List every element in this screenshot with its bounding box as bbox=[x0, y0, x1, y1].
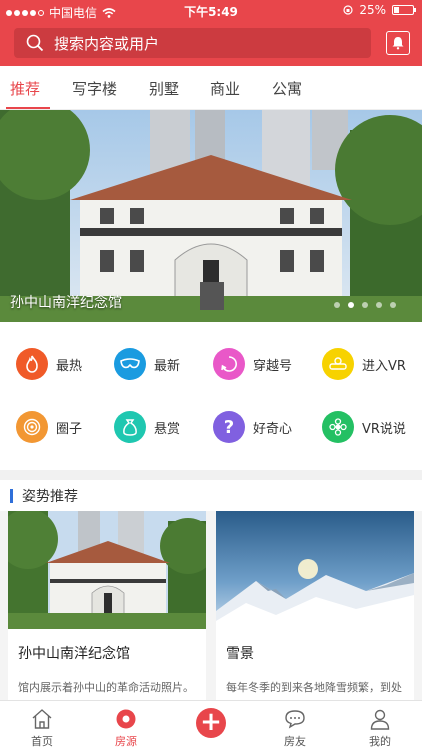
flower-icon bbox=[322, 411, 354, 443]
active-tab-indicator bbox=[6, 107, 50, 109]
status-bar: 中国电信 下午5:49 25% bbox=[0, 0, 422, 22]
quick-link-crossing[interactable]: 穿越号 bbox=[213, 348, 292, 380]
target-icon bbox=[16, 411, 48, 443]
card-image bbox=[8, 511, 206, 629]
plus-icon: + bbox=[196, 708, 226, 738]
recommend-section: 姿势推荐 孙中山南洋纪念馆 馆内展示着孙中山的革命活动照片。 雪景 每年冬季的到… bbox=[0, 480, 422, 700]
tab-apartment[interactable]: 公寓 bbox=[272, 78, 302, 99]
card-image bbox=[216, 511, 414, 629]
quick-link-vr[interactable]: 进入VR bbox=[322, 348, 406, 380]
tab-recommend[interactable]: 推荐 bbox=[10, 78, 40, 99]
quick-link-label: 圈子 bbox=[56, 421, 83, 437]
carousel-dot[interactable] bbox=[390, 302, 396, 308]
banner-carousel[interactable]: 孙中山南洋纪念馆 bbox=[0, 110, 422, 322]
top-bar: 中国电信 下午5:49 25% 搜索内容或用户 bbox=[0, 0, 422, 66]
section-divider bbox=[0, 470, 422, 480]
card-description: 馆内展示着孙中山的革命活动照片。 bbox=[18, 681, 194, 694]
carousel-dot[interactable] bbox=[348, 302, 354, 308]
search-placeholder: 搜索内容或用户 bbox=[54, 34, 160, 53]
bottom-nav: 首页 房源 + 房友 我的 bbox=[0, 700, 422, 750]
quick-link-reward[interactable]: 悬赏 bbox=[114, 411, 180, 443]
nav-post[interactable]: + bbox=[169, 701, 253, 750]
home-icon bbox=[32, 709, 52, 729]
tab-villa[interactable]: 别墅 bbox=[149, 78, 179, 99]
quick-link-label: VR说说 bbox=[362, 421, 406, 437]
banner-image bbox=[0, 110, 422, 322]
nav-label: 房友 bbox=[284, 735, 306, 748]
battery-icon bbox=[392, 5, 416, 15]
swirl-icon bbox=[213, 348, 245, 380]
status-right: 25% bbox=[343, 3, 416, 17]
battery-percent: 25% bbox=[359, 3, 386, 17]
user-icon bbox=[370, 709, 390, 730]
quick-link-label: 最新 bbox=[154, 358, 181, 374]
nav-home[interactable]: 首页 bbox=[0, 701, 84, 750]
carousel-dot[interactable] bbox=[376, 302, 382, 308]
quick-link-hot[interactable]: 最热 bbox=[16, 348, 82, 380]
recommend-card[interactable]: 雪景 每年冬季的到来各地降雪频繁，到处 bbox=[216, 511, 414, 700]
mask-icon bbox=[114, 348, 146, 380]
carousel-indicator[interactable] bbox=[334, 302, 396, 308]
quick-link-label: 悬赏 bbox=[154, 421, 181, 437]
quick-link-label: 好奇心 bbox=[253, 421, 293, 437]
record-icon bbox=[116, 709, 136, 729]
carousel-dot[interactable] bbox=[334, 302, 340, 308]
search-bar[interactable]: 搜索内容或用户 bbox=[14, 28, 371, 58]
nav-listings[interactable]: 房源 bbox=[84, 701, 168, 750]
money-bag-icon bbox=[114, 411, 146, 443]
quick-link-vr-talk[interactable]: VR说说 bbox=[322, 411, 406, 443]
nav-label: 房源 bbox=[115, 735, 137, 748]
chat-icon bbox=[285, 710, 305, 729]
section-accent-bar bbox=[10, 489, 13, 503]
flame-icon bbox=[16, 348, 48, 380]
card-description: 每年冬季的到来各地降雪频繁，到处 bbox=[226, 681, 402, 694]
rotation-lock-icon bbox=[343, 5, 353, 15]
tab-commercial[interactable]: 商业 bbox=[210, 78, 240, 99]
card-title: 雪景 bbox=[226, 646, 254, 662]
quick-link-circle[interactable]: 圈子 bbox=[16, 411, 82, 443]
bell-icon bbox=[392, 37, 404, 50]
quick-link-new[interactable]: 最新 bbox=[114, 348, 180, 380]
quick-links-grid: 最热 最新 穿越号 进入VR 圈子 悬赏 ? 好奇心 VR说说 bbox=[0, 322, 422, 470]
tab-office[interactable]: 写字楼 bbox=[72, 78, 117, 99]
nav-label: 我的 bbox=[369, 735, 391, 748]
banner-caption: 孙中山南洋纪念馆 bbox=[10, 295, 122, 311]
nav-friends[interactable]: 房友 bbox=[253, 701, 337, 750]
nav-label: 首页 bbox=[31, 735, 53, 748]
question-icon: ? bbox=[213, 411, 245, 443]
section-title: 姿势推荐 bbox=[22, 489, 78, 505]
vr-goggles-icon bbox=[322, 348, 354, 380]
carousel-dot[interactable] bbox=[362, 302, 368, 308]
category-tabs: 推荐 写字楼 别墅 商业 公寓 bbox=[0, 66, 422, 110]
section-header: 姿势推荐 bbox=[0, 480, 422, 511]
notification-button[interactable] bbox=[386, 31, 410, 55]
card-title: 孙中山南洋纪念馆 bbox=[18, 646, 130, 662]
quick-link-label: 进入VR bbox=[362, 358, 406, 374]
search-icon bbox=[26, 34, 44, 52]
quick-link-label: 最热 bbox=[56, 358, 83, 374]
nav-mine[interactable]: 我的 bbox=[338, 701, 422, 750]
quick-link-label: 穿越号 bbox=[253, 358, 293, 374]
quick-link-curiosity[interactable]: ? 好奇心 bbox=[213, 411, 292, 443]
recommend-card[interactable]: 孙中山南洋纪念馆 馆内展示着孙中山的革命活动照片。 bbox=[8, 511, 206, 700]
